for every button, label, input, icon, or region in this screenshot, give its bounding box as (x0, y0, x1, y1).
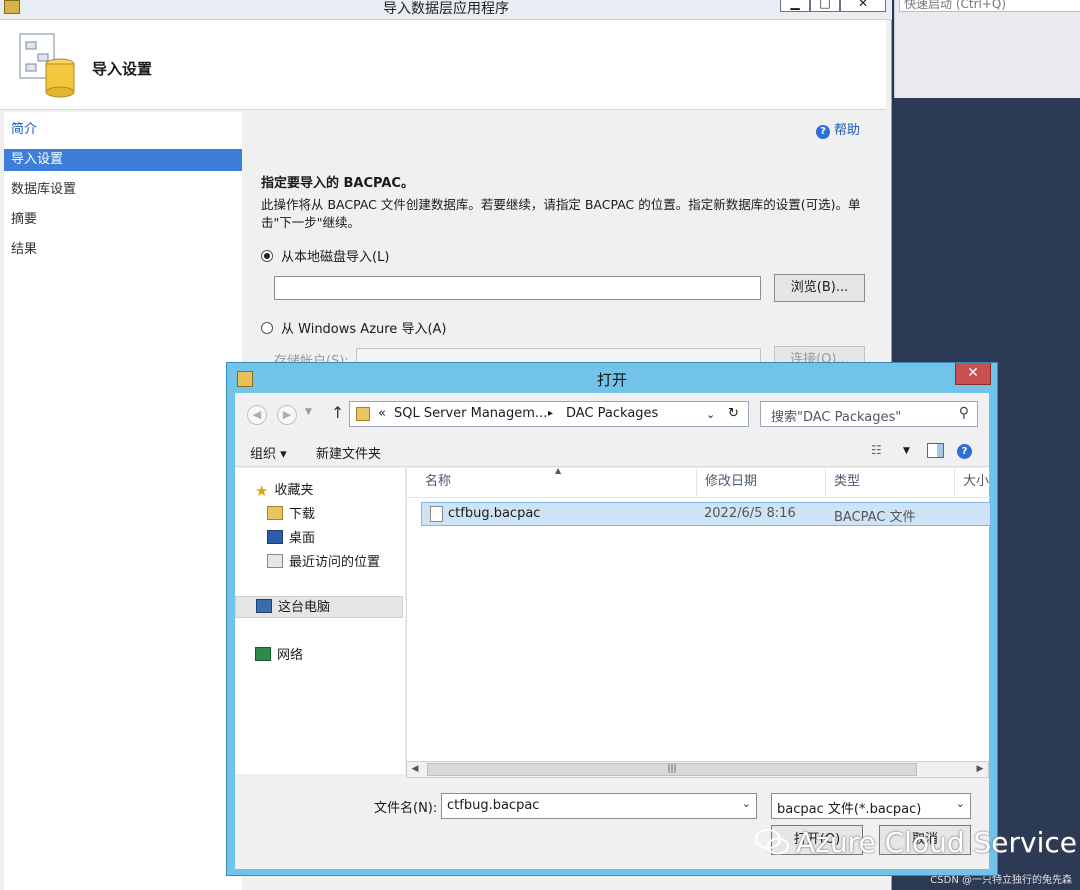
tree-favorites[interactable]: ★ 收藏夹 (255, 480, 313, 502)
filetype-select[interactable]: bacpac 文件(*.bacpac) ⌄ (771, 793, 971, 819)
column-header-size[interactable]: 大小 (955, 468, 990, 498)
azure-watermark: Azure Cloud Service (796, 826, 1077, 859)
filename-label: 文件名(N): (374, 801, 438, 816)
address-overflow[interactable]: « (378, 406, 386, 421)
wizard-title: 导入数据层应用程序 (383, 1, 509, 17)
address-bar[interactable]: « SQL Server Managem... ▸ DAC Packages ⌄… (349, 401, 749, 427)
section-description: 此操作将从 BACPAC 文件创建数据库。若要继续，请指定 BACPAC 的位置… (261, 197, 861, 230)
nav-item-summary[interactable]: 摘要 (4, 209, 242, 231)
open-file-dialog: 打开 ✕ ◀ ▶ ▼ ↑ « SQL Server Managem... ▸ D… (226, 362, 998, 876)
wechat-logo-icon (755, 829, 789, 855)
tree-desktop-label: 桌面 (289, 531, 316, 546)
tree-favorites-label: 收藏夹 (274, 483, 314, 498)
search-input[interactable]: 搜索"DAC Packages" ⚲ (760, 401, 978, 427)
section-title: 指定要导入的 BACPAC。 (261, 176, 414, 191)
filename-value: ctfbug.bacpac (447, 798, 540, 813)
file-row[interactable]: ctfbug.bacpac 2022/6/5 8:16 BACPAC 文件 (421, 502, 991, 526)
star-icon: ★ (255, 482, 269, 500)
bacpac-path-input[interactable] (274, 276, 761, 300)
minimize-button[interactable]: ▁ (780, 0, 810, 12)
column-header-name[interactable]: 名称 (407, 468, 697, 498)
help-icon: ? (816, 125, 830, 139)
radio-local-disk[interactable]: 从本地磁盘导入(L) (261, 246, 389, 265)
address-segment-ssms[interactable]: SQL Server Managem... (394, 406, 547, 421)
forward-arrow-icon[interactable]: ▶ (277, 405, 297, 425)
navigation-tree: ★ 收藏夹 下载 桌面 最近访问的位置 这台电脑 网络 (235, 468, 405, 774)
address-segment-dac-packages[interactable]: DAC Packages (566, 406, 658, 421)
page-title: 导入设置 (92, 60, 153, 78)
dialog-close-button[interactable]: ✕ (955, 363, 991, 385)
column-header-modified[interactable]: 修改日期 (697, 468, 826, 498)
quick-launch-input[interactable]: 快速启动 (Ctrl+Q) (899, 0, 1080, 12)
filetype-value: bacpac 文件(*.bacpac) (777, 802, 922, 817)
desktop-icon (267, 530, 283, 544)
tree-downloads-label: 下载 (289, 507, 316, 522)
file-modified: 2022/6/5 8:16 (704, 506, 796, 521)
nav-item-intro[interactable]: 简介 (4, 119, 242, 141)
file-name: ctfbug.bacpac (448, 506, 541, 521)
scroll-right-icon[interactable]: ▶ (972, 762, 988, 777)
address-dropdown-icon[interactable]: ⌄ (706, 408, 715, 421)
dialog-body: ◀ ▶ ▼ ↑ « SQL Server Managem... ▸ DAC Pa… (235, 393, 991, 869)
tree-network-label: 网络 (277, 648, 304, 663)
file-list: ▲ 名称 修改日期 类型 大小 ctfbug.bacpac 2022/6/5 8… (406, 466, 991, 774)
database-import-icon (19, 33, 75, 98)
view-dropdown-icon[interactable]: ▼ (903, 446, 910, 456)
new-folder-button[interactable]: 新建文件夹 (316, 443, 381, 462)
folder-icon (356, 407, 370, 421)
browse-button[interactable]: 浏览(B)... (774, 274, 865, 302)
scroll-left-icon[interactable]: ◀ (407, 762, 423, 777)
horizontal-scrollbar[interactable]: ◀ ||| ▶ (406, 761, 989, 778)
help-link[interactable]: ? 帮助 (816, 119, 860, 139)
help-label: 帮助 (834, 123, 861, 138)
recent-locations-chevron-icon[interactable]: ▼ (305, 407, 312, 417)
file-type: BACPAC 文件 (834, 510, 916, 525)
radio-azure-label: 从 Windows Azure 导入(A) (281, 322, 447, 337)
radio-azure[interactable]: 从 Windows Azure 导入(A) (261, 318, 446, 337)
close-button[interactable]: ✕ (840, 0, 886, 12)
view-options-icon[interactable]: ☷ (871, 443, 882, 457)
filename-input[interactable]: ctfbug.bacpac ⌄ (441, 793, 757, 819)
tree-network[interactable]: 网络 (255, 645, 303, 667)
column-header-type[interactable]: 类型 (826, 468, 955, 498)
tree-recent[interactable]: 最近访问的位置 (267, 552, 380, 574)
organize-menu[interactable]: 组织 ▾ (250, 443, 287, 462)
search-icon: ⚲ (958, 405, 969, 421)
nav-item-database-settings[interactable]: 数据库设置 (4, 179, 242, 201)
wizard-titlebar: 导入数据层应用程序 ▁ □ ✕ (0, 0, 892, 20)
dialog-title: 打开 (596, 371, 627, 389)
radio-local-indicator[interactable] (261, 250, 273, 262)
tree-this-pc[interactable]: 这台电脑 (235, 596, 403, 618)
computer-icon (256, 599, 272, 613)
recent-places-icon (267, 554, 283, 568)
back-arrow-icon[interactable]: ◀ (247, 405, 267, 425)
wizard-nav: 简介 导入设置 数据库设置 摘要 结果 (4, 112, 242, 890)
tree-downloads[interactable]: 下载 (267, 504, 315, 526)
wizard-header: 导入设置 (0, 20, 886, 110)
file-icon (430, 506, 443, 522)
dialog-toolbar: 组织 ▾ 新建文件夹 ☷ ▼ ? (235, 435, 989, 467)
refresh-icon[interactable]: ↻ (728, 406, 739, 421)
download-folder-icon (267, 506, 283, 520)
nav-item-import-settings[interactable]: 导入设置 (4, 149, 242, 171)
radio-local-label: 从本地磁盘导入(L) (281, 250, 390, 265)
help-icon-dialog[interactable]: ? (957, 443, 972, 459)
tree-this-pc-label: 这台电脑 (278, 600, 331, 615)
filename-dropdown-icon[interactable]: ⌄ (742, 797, 751, 810)
search-placeholder: 搜索"DAC Packages" (771, 410, 902, 425)
up-arrow-icon[interactable]: ↑ (331, 403, 344, 422)
tree-desktop[interactable]: 桌面 (267, 528, 315, 550)
nav-item-results[interactable]: 结果 (4, 239, 242, 261)
scrollbar-thumb[interactable]: ||| (427, 763, 917, 776)
preview-pane-icon[interactable] (927, 443, 944, 462)
tree-recent-label: 最近访问的位置 (289, 555, 381, 570)
radio-azure-indicator[interactable] (261, 322, 273, 334)
network-icon (255, 647, 271, 661)
address-separator-icon[interactable]: ▸ (548, 408, 553, 419)
filetype-dropdown-icon[interactable]: ⌄ (956, 797, 965, 810)
dialog-titlebar: 打开 (227, 363, 997, 393)
maximize-button[interactable]: □ (810, 0, 840, 12)
vs-quick-launch-area: 快速启动 (Ctrl+Q) (894, 0, 1080, 98)
